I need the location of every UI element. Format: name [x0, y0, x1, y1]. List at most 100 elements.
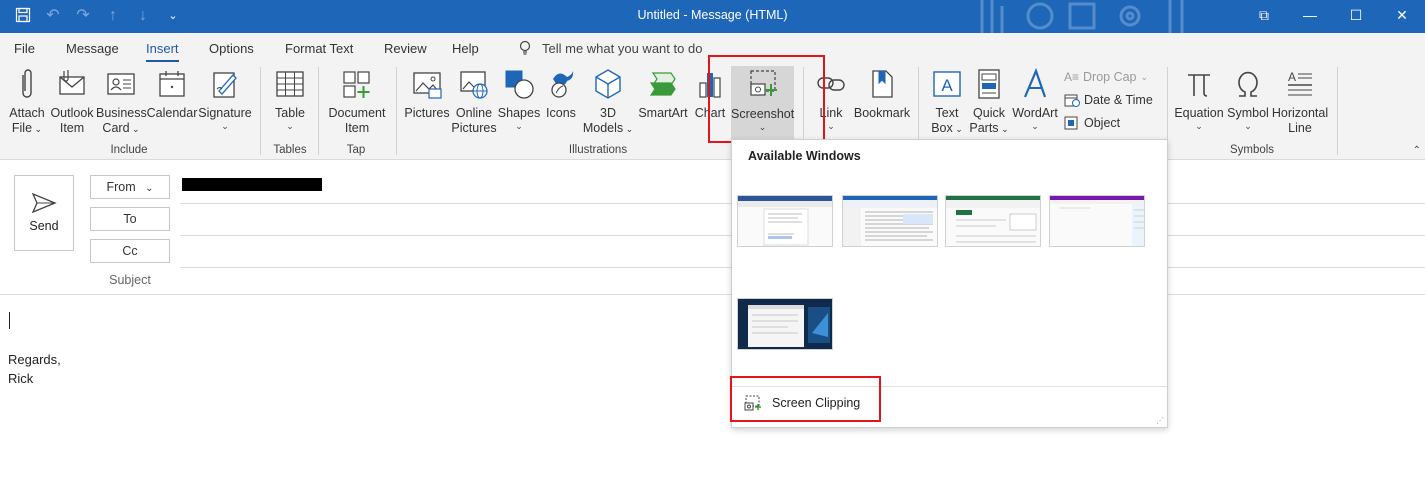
wordart-chevron: ⌄	[1031, 121, 1039, 131]
maximize-button[interactable]: ☐	[1333, 0, 1379, 33]
pictures-button[interactable]: Pictures	[403, 67, 451, 121]
to-label: To	[123, 212, 137, 226]
send-button[interactable]: Send	[14, 175, 74, 251]
object-button[interactable]: Object	[1064, 116, 1120, 130]
icons-button[interactable]: Icons	[541, 67, 581, 121]
highlight-screen-clipping	[730, 376, 881, 422]
body-line-name: Rick	[8, 371, 34, 386]
to-button[interactable]: To	[90, 207, 170, 231]
window-thumbnail[interactable]	[737, 298, 833, 350]
shapes-button[interactable]: Shapes ⌄	[497, 67, 541, 131]
pictures-icon	[413, 72, 442, 99]
tab-review[interactable]: Review	[384, 41, 427, 56]
tab-message[interactable]: Message	[66, 41, 119, 56]
title-decoration	[980, 0, 1184, 33]
shapes-label: Shapes	[497, 106, 541, 120]
signature-button[interactable]: Signature ⌄	[198, 67, 252, 131]
online-pictures-label-2: Pictures	[451, 121, 497, 135]
envelope-paperclip-icon	[59, 70, 85, 95]
online-pictures-button[interactable]: Online Pictures	[451, 67, 497, 136]
date-time-button[interactable]: Date & Time	[1064, 93, 1153, 107]
online-pictures-icon	[460, 71, 488, 99]
document-item-button[interactable]: Document Item	[326, 67, 388, 136]
tell-me-search[interactable]: Tell me what you want to do	[518, 40, 702, 56]
collapse-ribbon-icon[interactable]: ⌃	[1413, 145, 1421, 156]
window-thumbnail[interactable]	[842, 195, 938, 247]
window-thumbnail-preview	[1050, 196, 1144, 246]
group-separator	[318, 67, 319, 155]
tab-help[interactable]: Help	[452, 41, 479, 56]
window-thumbnail[interactable]	[737, 195, 833, 247]
redacted-from-address	[182, 178, 322, 191]
bookmark-label: Bookmark	[853, 106, 911, 120]
group-separator	[1337, 67, 1338, 155]
window-thumbnail[interactable]	[1049, 195, 1145, 247]
restore-ribbon-icon[interactable]: ⧉	[1241, 0, 1287, 33]
drop-cap-button[interactable]: A≡ Drop Cap ⌄	[1064, 70, 1148, 84]
resize-grip-icon[interactable]: ⋰	[1156, 416, 1164, 425]
from-button[interactable]: From ⌄	[90, 175, 170, 199]
horizontal-line-button[interactable]: A Horizontal Line	[1270, 67, 1330, 136]
send-label: Send	[29, 219, 59, 233]
bookmark-button[interactable]: Bookmark	[852, 67, 912, 121]
icons-icon	[551, 71, 574, 98]
text-box-label-2: Box	[931, 121, 953, 135]
quick-parts-button[interactable]: Quick Parts ⌄	[968, 67, 1010, 137]
cc-button[interactable]: Cc	[90, 239, 170, 263]
smartart-label: SmartArt	[638, 106, 688, 120]
signature-label: Signature	[198, 106, 252, 120]
table-button[interactable]: Table ⌄	[268, 67, 312, 131]
quick-parts-chevron: ⌄	[998, 124, 1009, 134]
object-label: Object	[1084, 116, 1121, 130]
group-include-label: Include	[110, 144, 148, 156]
equation-button[interactable]: Equation ⌄	[1173, 67, 1225, 131]
paperclip-icon	[22, 69, 32, 98]
3d-models-label-1: 3D	[600, 106, 616, 120]
cc-label: Cc	[122, 244, 138, 258]
symbol-label: Symbol	[1227, 106, 1269, 120]
wordart-button[interactable]: WordArt ⌄	[1011, 67, 1059, 131]
window-thumbnail[interactable]	[945, 195, 1041, 247]
equation-chevron: ⌄	[1195, 121, 1203, 131]
table-label: Table	[275, 106, 305, 120]
pi-icon	[1188, 74, 1210, 97]
business-card-button[interactable]: Business Card ⌄	[96, 67, 147, 137]
close-button[interactable]: ✕	[1379, 0, 1425, 33]
message-body[interactable]: Regards, Rick	[8, 350, 61, 388]
attach-file-label-1: Attach	[9, 106, 45, 120]
calendar-icon	[159, 71, 185, 97]
horizontal-line-label-2: Line	[1288, 121, 1312, 135]
quick-parts-label-1: Quick	[973, 106, 1005, 120]
3d-models-button[interactable]: 3D Models ⌄	[581, 67, 635, 137]
highlight-screenshot-button	[708, 55, 825, 143]
document-item-label-1: Document	[328, 106, 386, 120]
attach-file-button[interactable]: Attach File ⌄	[6, 67, 48, 137]
business-card-label-2: Card	[102, 121, 130, 135]
outlook-item-button[interactable]: Outlook Item	[48, 67, 96, 136]
tab-insert[interactable]: Insert	[146, 41, 179, 62]
shapes-chevron: ⌄	[515, 121, 523, 131]
chevron-down-icon: ⌄	[145, 183, 154, 194]
tell-me-text: Tell me what you want to do	[542, 40, 703, 56]
smartart-button[interactable]: SmartArt	[636, 67, 690, 121]
subject-field-line	[0, 294, 1425, 295]
icons-label: Icons	[546, 106, 576, 120]
bookmark-icon	[872, 70, 893, 98]
tab-file[interactable]: File	[14, 41, 35, 56]
tab-format-text[interactable]: Format Text	[285, 41, 353, 56]
business-card-chevron: ⌄	[129, 124, 140, 134]
lightbulb-icon	[519, 40, 531, 55]
text-box-icon: A	[933, 71, 961, 97]
object-icon	[1064, 116, 1078, 130]
text-box-button[interactable]: A Text Box ⌄	[926, 67, 968, 137]
calendar-button[interactable]: Calendar	[146, 67, 198, 121]
wordart-label: WordArt	[1012, 106, 1058, 120]
date-time-label: Date & Time	[1084, 93, 1153, 107]
horizontal-line-icon: A	[1288, 70, 1312, 96]
quick-parts-icon	[978, 69, 1000, 99]
tab-options[interactable]: Options	[209, 41, 254, 56]
symbol-button[interactable]: Symbol ⌄	[1226, 67, 1270, 131]
equation-label: Equation	[1174, 106, 1224, 120]
minimize-button[interactable]: —	[1287, 0, 1333, 33]
table-icon	[276, 71, 304, 97]
